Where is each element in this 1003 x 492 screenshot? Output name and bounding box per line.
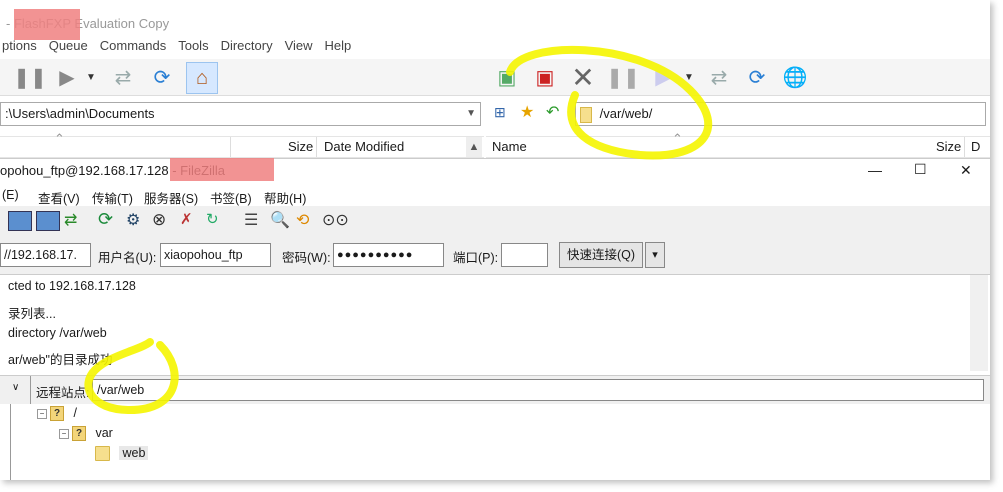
screenshot-sheet: - FlashFXP Evaluation Copy ptions Queue …	[0, 0, 990, 480]
highlight-annotations	[84, 45, 713, 415]
highlight-stroke	[506, 45, 713, 160]
highlight-stroke	[84, 338, 179, 415]
